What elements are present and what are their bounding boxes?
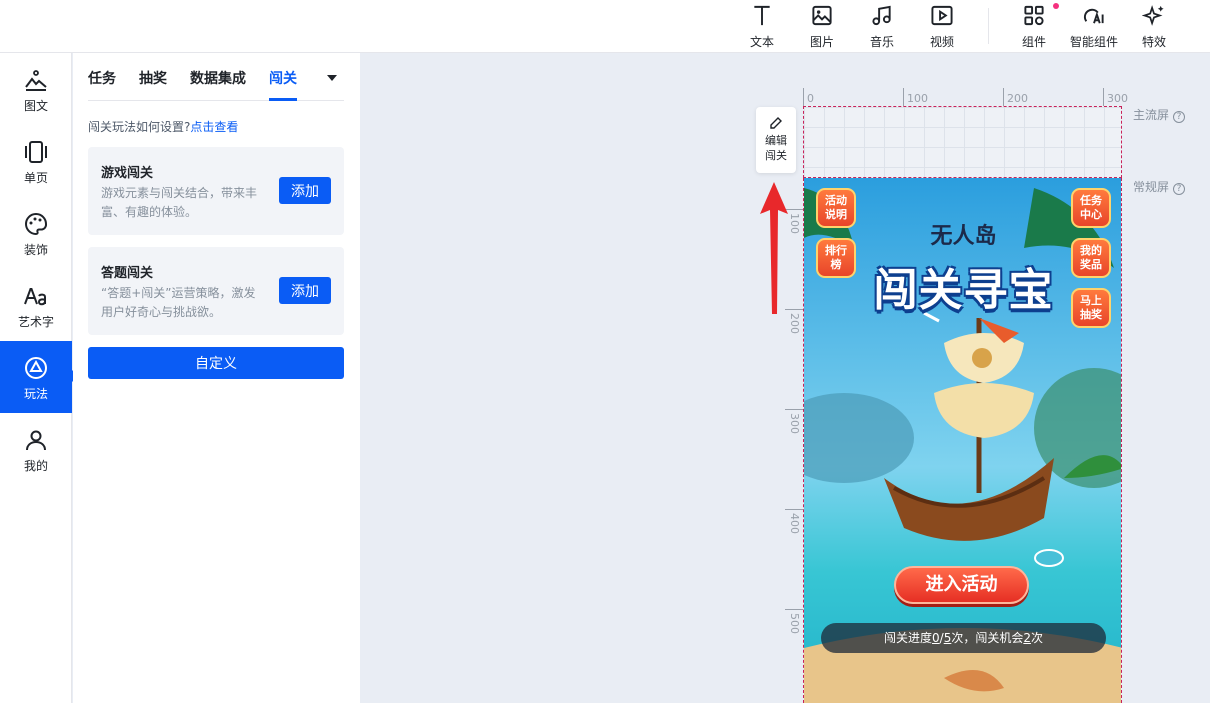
toolbar-image-button[interactable]: 图片 <box>792 4 852 50</box>
enter-activity-button[interactable]: 进入活动 <box>894 566 1029 604</box>
ruler-tick-label: 100 <box>907 92 928 105</box>
top-ruler: 0 100 200 300 <box>803 88 1133 106</box>
sidebar-item-art-text[interactable]: 艺术字 <box>0 269 72 341</box>
active-tab-indicator <box>269 98 297 101</box>
add-game-level-button[interactable]: 添加 <box>279 177 331 204</box>
level-progress-bar: 闯关进度0/5次，闯关机会2次 <box>821 623 1106 653</box>
graphic-text-icon <box>25 70 47 91</box>
video-icon <box>931 5 953 26</box>
pointer-arrow <box>760 182 788 314</box>
ruler-tick-label: 400 <box>788 513 801 534</box>
main-screen-label: 主流屏? <box>1133 106 1186 123</box>
ruler-tick-label: 200 <box>1007 92 1028 105</box>
card-description: “答题+闯关”运营策略，激发用户好奇心与挑战欲。 <box>101 286 256 319</box>
toolbar-item-label: 图片 <box>809 35 834 49</box>
game-level-card: 游戏闯关 游戏元素与闯关结合，带来丰富、有趣的体验。 添加 <box>88 147 344 235</box>
tab-lottery[interactable]: 抽奖 <box>139 68 167 88</box>
palette-icon <box>25 212 48 236</box>
ai-components-icon <box>1083 8 1104 24</box>
left-sidebar: 图文 单页 装饰 艺术字 玩法 我的 <box>0 53 78 703</box>
toolbar-music-button[interactable]: 音乐 <box>852 4 912 50</box>
edit-levels-label: 编辑 闯关 <box>765 134 787 162</box>
sidebar-item-label: 装饰 <box>23 243 48 257</box>
sidebar-item-single-page[interactable]: 单页 <box>0 125 72 197</box>
sidebar-item-label: 我的 <box>23 459 48 473</box>
gameplay-panel: 任务 抽奖 数据集成 闯关 闯关玩法如何设置?点击查看 游戏闯关 游戏元素与闯关… <box>73 53 360 703</box>
custom-button[interactable]: 自定义 <box>88 347 344 379</box>
card-title: 答题闯关 <box>101 266 154 281</box>
edit-levels-button[interactable]: 编辑 闯关 <box>756 107 796 173</box>
tabs-more-dropdown[interactable] <box>327 75 337 81</box>
panel-tabs: 任务 抽奖 数据集成 闯关 <box>88 53 344 101</box>
sidebar-item-gameplay[interactable]: 玩法 <box>0 341 78 413</box>
ruler-tick-label: 0 <box>807 92 814 105</box>
toolbar-components-button[interactable]: 组件 <box>1004 4 1064 50</box>
text-icon <box>754 5 770 26</box>
tab-task[interactable]: 任务 <box>88 68 116 88</box>
add-quiz-level-button[interactable]: 添加 <box>279 277 331 304</box>
sidebar-item-label: 玩法 <box>23 387 48 401</box>
toolbar-item-label: 组件 <box>1021 35 1046 49</box>
notification-dot <box>1053 3 1059 9</box>
toolbar-text-button[interactable]: 文本 <box>732 4 792 50</box>
top-toolbar: 文本 图片 音乐 视频 组件 智能组件 特效 <box>0 0 1210 53</box>
card-title: 游戏闯关 <box>101 166 154 181</box>
normal-screen-label: 常规屏? <box>1133 178 1186 195</box>
tab-levels[interactable]: 闯关 <box>269 68 297 88</box>
howto-label: 闯关玩法如何设置? <box>88 120 191 134</box>
game-subtitle: 无人岛 <box>930 224 997 249</box>
gameplay-icon <box>25 357 47 379</box>
single-page-icon <box>25 141 47 163</box>
sidebar-item-label: 图文 <box>23 99 48 113</box>
toolbar-effects-button[interactable]: 特效 <box>1124 4 1184 50</box>
game-title: 闯关寻宝 <box>873 265 1054 316</box>
toolbar-item-label: 视频 <box>929 35 954 49</box>
toolbar-video-button[interactable]: 视频 <box>912 4 972 50</box>
card-description: 游戏元素与闯关结合，带来丰富、有趣的体验。 <box>101 186 258 219</box>
ruler-tick-label: 300 <box>1107 92 1128 105</box>
pencil-icon <box>770 117 782 129</box>
sidebar-item-label: 单页 <box>23 171 48 185</box>
user-icon <box>26 430 46 451</box>
toolbar-item-label: 音乐 <box>869 35 894 49</box>
sidebar-item-label: 艺术字 <box>17 315 54 329</box>
help-icon[interactable]: ? <box>1173 111 1186 123</box>
howto-text: 闯关玩法如何设置?点击查看 <box>88 118 238 135</box>
music-icon <box>872 5 891 26</box>
image-icon <box>812 5 832 26</box>
effects-icon <box>1142 5 1164 26</box>
ruler-tick-label: 300 <box>788 413 801 434</box>
toolbar-divider <box>988 8 989 44</box>
toolbar-item-label: 文本 <box>749 35 774 49</box>
sidebar-item-mine[interactable]: 我的 <box>0 413 72 485</box>
sidebar-item-decoration[interactable]: 装饰 <box>0 197 72 269</box>
quiz-level-card: 答题闯关 “答题+闯关”运营策略，激发用户好奇心与挑战欲。 添加 <box>88 247 344 335</box>
components-icon <box>1024 5 1044 26</box>
sidebar-item-graphic-text[interactable]: 图文 <box>0 53 72 125</box>
tab-data-integration[interactable]: 数据集成 <box>190 68 246 88</box>
help-icon[interactable]: ? <box>1173 183 1186 195</box>
howto-link[interactable]: 点击查看 <box>190 120 238 134</box>
art-text-icon <box>24 288 46 306</box>
toolbar-item-label: 智能组件 <box>1069 35 1118 49</box>
toolbar-ai-components-button[interactable]: 智能组件 <box>1064 4 1124 50</box>
toolbar-item-label: 特效 <box>1141 35 1166 49</box>
main-screen-area <box>803 106 1122 178</box>
game-preview: 活动 说明 排行榜 任务 中心 我的 奖品 马上 抽奖 无人岛 闯关寻宝 进入活动 闯关… <box>803 178 1122 703</box>
ruler-tick-label: 500 <box>788 613 801 634</box>
